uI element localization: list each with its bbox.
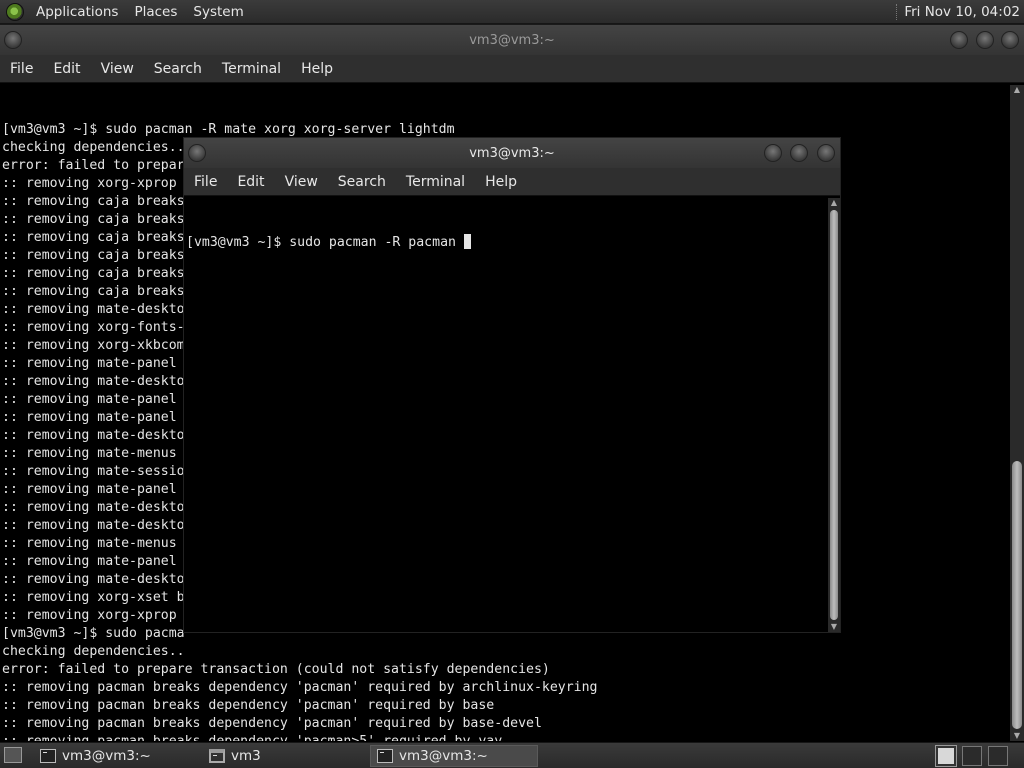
- menu-file[interactable]: File: [184, 174, 227, 190]
- workspace-2[interactable]: [962, 746, 982, 766]
- scroll-up-arrow-icon[interactable]: ▲: [828, 198, 840, 208]
- close-button[interactable]: [1001, 31, 1019, 49]
- scroll-up-arrow-icon[interactable]: ▲: [1010, 85, 1024, 95]
- terminal-line: :: removing pacman breaks dependency 'pa…: [2, 698, 495, 713]
- taskbar-item-terminal-2[interactable]: vm3@vm3:~: [370, 745, 538, 767]
- show-desktop-icon[interactable]: [4, 747, 22, 763]
- front-terminal-output[interactable]: [vm3@vm3 ~]$ sudo pacman -R pacman: [186, 198, 826, 632]
- menu-edit[interactable]: Edit: [43, 61, 90, 77]
- terminal-line: :: removing pacman breaks dependency 'pa…: [2, 680, 598, 695]
- back-window-menubar: File Edit View Search Terminal Help: [0, 55, 1024, 83]
- applications-menu[interactable]: Applications: [28, 0, 126, 24]
- minimize-button[interactable]: [950, 31, 968, 49]
- terminal-icon: [40, 749, 56, 763]
- window-menu-button[interactable]: [4, 31, 22, 49]
- menu-view[interactable]: View: [91, 61, 144, 77]
- menu-help[interactable]: Help: [291, 61, 343, 77]
- command-line: [vm3@vm3 ~]$ sudo pacman -R pacman: [186, 234, 826, 252]
- workspace-3[interactable]: [988, 746, 1008, 766]
- terminal-line: checking dependencies..: [2, 644, 185, 659]
- back-window-titlebar[interactable]: vm3@vm3:~: [0, 25, 1024, 55]
- bottom-panel: vm3@vm3:~ vm3 vm3@vm3:~: [0, 742, 1024, 768]
- top-panel: Applications Places System Fri Nov 10, 0…: [0, 0, 1024, 24]
- menu-edit[interactable]: Edit: [227, 174, 274, 190]
- terminal-line: :: removing pacman breaks dependency 'pa…: [2, 733, 1006, 741]
- minimize-button[interactable]: [764, 144, 782, 162]
- menu-terminal[interactable]: Terminal: [212, 61, 291, 77]
- taskbar-item-terminal-1[interactable]: vm3@vm3:~: [34, 745, 194, 767]
- menu-help[interactable]: Help: [475, 174, 527, 190]
- menu-terminal[interactable]: Terminal: [396, 174, 475, 190]
- menu-search[interactable]: Search: [144, 61, 212, 77]
- places-menu[interactable]: Places: [126, 0, 185, 24]
- scroll-down-arrow-icon[interactable]: ▼: [1010, 731, 1024, 741]
- back-terminal-scrollbar[interactable]: ▲ ▼: [1010, 85, 1024, 741]
- front-window-titlebar[interactable]: vm3@vm3:~: [184, 138, 840, 168]
- workspace-1[interactable]: [936, 746, 956, 766]
- front-window-menubar: File Edit View Search Terminal Help: [184, 168, 840, 196]
- command-text: [vm3@vm3 ~]$ sudo pacman -R pacman: [186, 235, 464, 250]
- scroll-down-arrow-icon[interactable]: ▼: [828, 622, 840, 632]
- scrollbar-thumb[interactable]: [1012, 461, 1022, 729]
- task-label: vm3: [231, 748, 261, 764]
- menu-search[interactable]: Search: [328, 174, 396, 190]
- task-label: vm3@vm3:~: [62, 748, 151, 764]
- clock[interactable]: Fri Nov 10, 04:02: [904, 4, 1024, 20]
- menu-file[interactable]: File: [0, 61, 43, 77]
- folder-icon: [209, 749, 225, 763]
- front-terminal-scrollbar[interactable]: ▲ ▼: [828, 198, 840, 632]
- mate-logo-icon[interactable]: [6, 2, 24, 21]
- menu-view[interactable]: View: [275, 174, 328, 190]
- back-window-title: vm3@vm3:~: [469, 32, 555, 48]
- front-window-title: vm3@vm3:~: [469, 145, 555, 161]
- terminal-line: error: failed to prepare transaction (co…: [2, 662, 550, 677]
- front-terminal-window: vm3@vm3:~ File Edit View Search Terminal…: [183, 137, 841, 633]
- window-menu-button[interactable]: [188, 144, 206, 162]
- taskbar-item-folder[interactable]: vm3: [203, 745, 363, 767]
- panel-separator: [896, 3, 898, 20]
- close-button[interactable]: [817, 144, 835, 162]
- maximize-button[interactable]: [790, 144, 808, 162]
- terminal-line: :: removing pacman breaks dependency 'pa…: [2, 716, 542, 731]
- maximize-button[interactable]: [976, 31, 994, 49]
- system-menu[interactable]: System: [185, 0, 251, 24]
- scrollbar-thumb[interactable]: [830, 210, 838, 620]
- text-cursor: [463, 234, 471, 249]
- task-label: vm3@vm3:~: [399, 748, 488, 764]
- terminal-icon: [377, 749, 393, 763]
